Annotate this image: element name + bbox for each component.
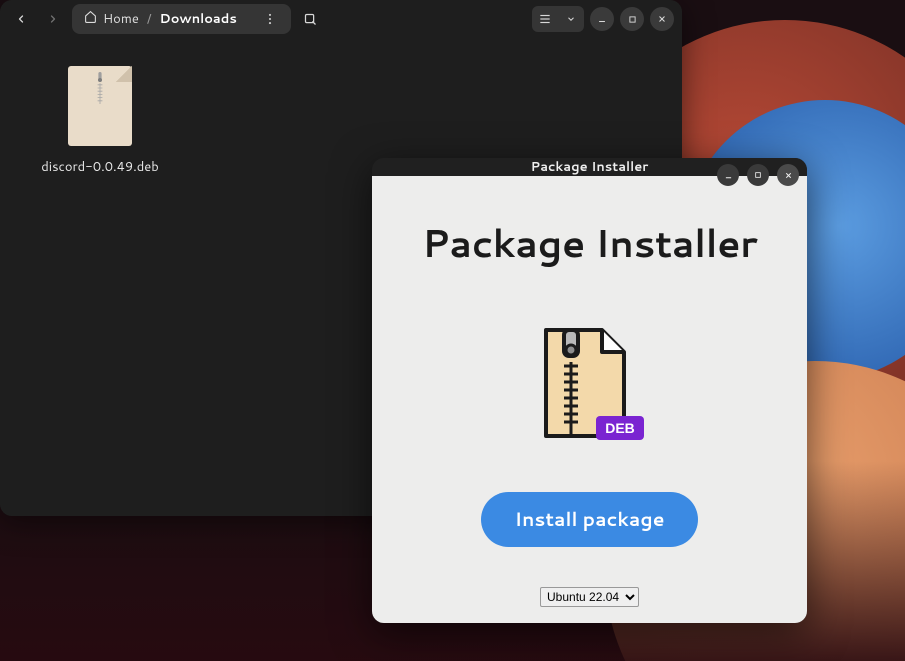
breadcrumb-home-label: Home — [103, 10, 139, 28]
install-button-label: Install package — [515, 506, 665, 533]
breadcrumb-current[interactable]: Downloads — [159, 10, 236, 28]
view-mode-group — [532, 6, 584, 32]
window-maximize-button[interactable] — [620, 7, 644, 31]
home-icon — [84, 10, 97, 28]
breadcrumb-separator: / — [147, 10, 152, 28]
window-maximize-button[interactable] — [747, 164, 769, 186]
breadcrumb-home[interactable]: Home — [84, 10, 139, 28]
window-title: Package Installer — [531, 158, 649, 176]
breadcrumb-current-label: Downloads — [159, 10, 236, 28]
list-view-button[interactable] — [532, 6, 558, 32]
nav-forward-button[interactable] — [40, 6, 66, 32]
deb-badge-label: DEB — [605, 420, 635, 436]
file-item[interactable]: discord-0.0.49.deb — [20, 66, 180, 176]
deb-archive-icon — [68, 66, 132, 146]
file-manager-headerbar: Home / Downloads — [0, 0, 682, 38]
install-package-button[interactable]: Install package — [481, 492, 699, 547]
deb-package-icon: DEB — [536, 326, 644, 446]
window-close-button[interactable] — [777, 164, 799, 186]
package-installer-titlebar[interactable]: Package Installer — [372, 158, 807, 176]
page-heading: Package Installer — [422, 216, 757, 270]
search-button[interactable] — [297, 6, 323, 32]
window-minimize-button[interactable] — [590, 7, 614, 31]
breadcrumb[interactable]: Home / Downloads — [72, 4, 291, 34]
window-minimize-button[interactable] — [717, 164, 739, 186]
nav-back-button[interactable] — [8, 6, 34, 32]
os-version-select[interactable]: Ubuntu 22.04 — [540, 587, 639, 607]
package-installer-window: Package Installer Package Installer — [372, 158, 807, 623]
path-menu-button[interactable] — [259, 8, 281, 30]
package-installer-content: Package Installer — [372, 176, 807, 623]
file-label: discord-0.0.49.deb — [41, 158, 159, 176]
view-options-dropdown[interactable] — [558, 6, 584, 32]
window-close-button[interactable] — [650, 7, 674, 31]
